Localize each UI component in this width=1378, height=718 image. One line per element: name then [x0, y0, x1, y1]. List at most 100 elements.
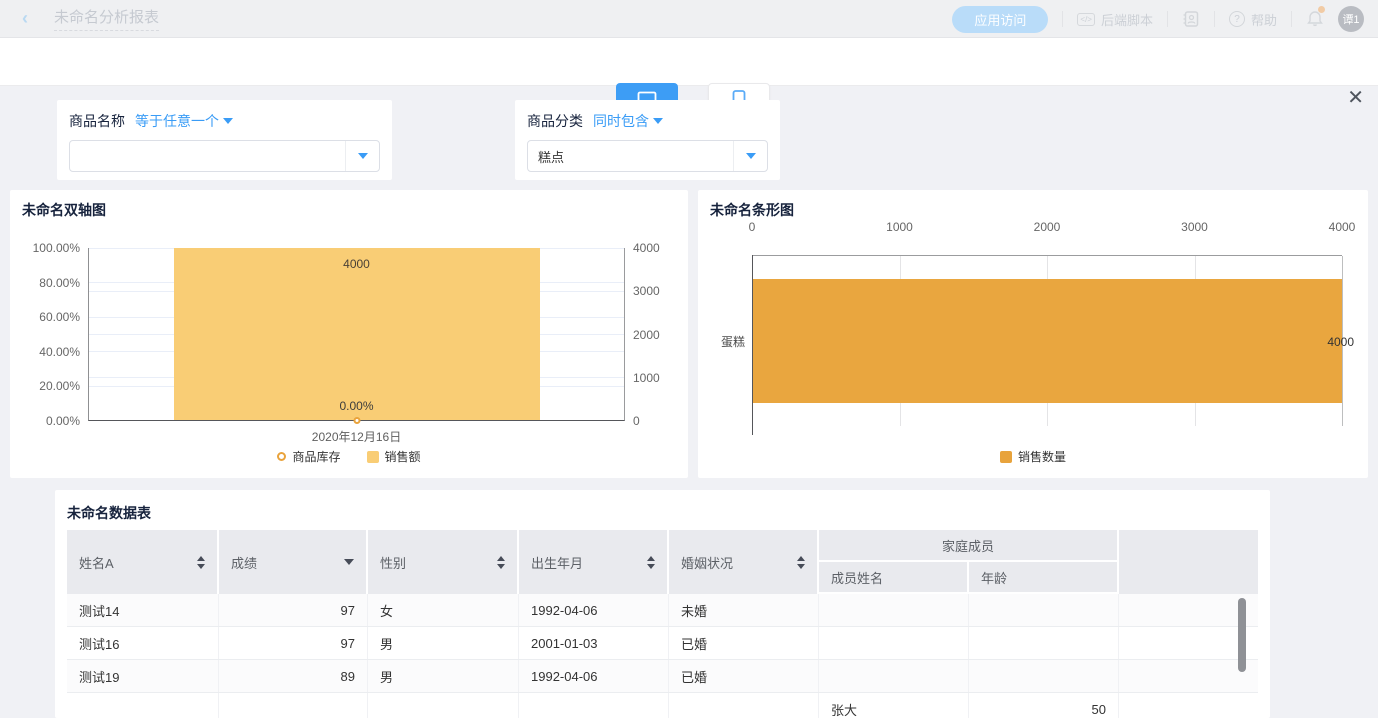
report-title[interactable]: 未命名分析报表 [54, 6, 159, 31]
bar-series-icon [367, 451, 379, 463]
legend-item-quantity[interactable]: 销售数量 [1000, 448, 1066, 465]
column-header-name[interactable]: 姓名A [67, 530, 219, 594]
cell-birth: 1992-04-06 [519, 594, 669, 626]
app-access-button[interactable]: 应用访问 [952, 6, 1048, 33]
code-icon: </> [1077, 13, 1095, 26]
legend-item-inventory[interactable]: 商品库存 [277, 448, 340, 465]
axis-tick: 0 [633, 414, 640, 428]
axis-tick: 3000 [1181, 220, 1208, 234]
close-icon[interactable]: ✕ [1347, 88, 1364, 108]
axis-tick: 20.00% [39, 379, 80, 393]
sort-icon[interactable] [497, 556, 505, 569]
table-row[interactable]: 测试16 97 男 2001-01-03 已婚 [67, 627, 1258, 660]
cell-name: 测试14 [67, 594, 219, 626]
y-axis-category-label: 蛋糕 [698, 333, 745, 350]
column-header-marital[interactable]: 婚姻状况 [669, 530, 819, 594]
filter-head: 商品分类 同时包含 [527, 111, 663, 131]
bar-value-label: 4000 [1327, 335, 1354, 349]
filter-value: 糕点 [528, 147, 733, 166]
axis-tick: 2000 [633, 328, 660, 342]
plot-area: 4000 [752, 255, 1342, 425]
user-avatar[interactable]: 谭1 [1338, 6, 1364, 32]
chevron-down-icon [653, 118, 663, 124]
group-header-label[interactable]: 家庭成员 [819, 530, 1117, 562]
top-axis-ticks: 0 1000 2000 3000 4000 [752, 220, 1342, 234]
vertical-scrollbar-thumb[interactable] [1238, 598, 1246, 672]
cell-age: 50 [969, 693, 1119, 718]
chart-legend: 销售数量 [698, 448, 1368, 465]
cell-marital: 已婚 [669, 660, 819, 692]
cell-birth [519, 693, 669, 718]
filter-label: 商品分类 [527, 111, 583, 131]
cell-name: 测试19 [67, 660, 219, 692]
back-icon[interactable]: ‹ [22, 8, 28, 29]
filter-operator-dropdown[interactable]: 等于任意一个 [135, 111, 233, 131]
data-table: 姓名A 成绩 性别 出生年月 婚姻状况 家庭成员 成 [67, 530, 1258, 718]
chart-legend: 商品库存 销售额 [10, 448, 688, 465]
quantity-bar[interactable] [752, 279, 1342, 403]
cell-birth: 1992-04-06 [519, 660, 669, 692]
bar-value-label: 4000 [174, 257, 540, 271]
column-header-age[interactable]: 年龄 [969, 562, 1117, 592]
backend-script-button[interactable]: </> 后端脚本 [1077, 10, 1153, 29]
cell-birth: 2001-01-03 [519, 627, 669, 659]
cell-score: 89 [219, 660, 368, 692]
help-button[interactable]: ? 帮助 [1229, 10, 1277, 29]
line-point-marker[interactable] [353, 417, 360, 424]
cell-gender: 男 [368, 627, 519, 659]
cell-age [969, 594, 1119, 626]
filter-card-product-category: 商品分类 同时包含 糕点 [515, 100, 780, 180]
axis-tick: 60.00% [39, 310, 80, 324]
y-axis-line [752, 255, 753, 435]
legend-label: 销售数量 [1018, 448, 1066, 465]
table-row[interactable]: 测试14 97 女 1992-04-06 未婚 [67, 594, 1258, 627]
column-header-birth[interactable]: 出生年月 [519, 530, 669, 594]
chart-title: 未命名双轴图 [22, 200, 106, 220]
chevron-down-icon [358, 153, 368, 159]
axis-tick: 4000 [633, 241, 660, 255]
column-header-score[interactable]: 成绩 [219, 530, 368, 594]
divider [1062, 11, 1063, 27]
horizontal-bar-chart-card: 未命名条形图 0 1000 2000 3000 4000 蛋糕 4000 销售数… [698, 190, 1368, 478]
select-arrow-segment[interactable] [345, 141, 379, 171]
bar-series-icon [1000, 451, 1012, 463]
table-header: 姓名A 成绩 性别 出生年月 婚姻状况 家庭成员 成 [67, 530, 1258, 594]
filter-value-select[interactable] [69, 140, 380, 172]
chevron-down-icon [746, 153, 756, 159]
app-top-bar: ‹ 未命名分析报表 应用访问 </> 后端脚本 ? 帮助 [0, 0, 1378, 38]
filter-label: 商品名称 [69, 111, 125, 131]
select-arrow-segment[interactable] [733, 141, 767, 171]
filter-operator-label: 同时包含 [593, 111, 649, 131]
column-label: 出生年月 [531, 553, 583, 572]
sort-icon[interactable] [797, 556, 805, 569]
backend-script-label: 后端脚本 [1101, 10, 1153, 29]
axis-tick: 1000 [633, 371, 660, 385]
table-row[interactable]: 测试19 89 男 1992-04-06 已婚 [67, 660, 1258, 693]
axis-tick: 80.00% [39, 276, 80, 290]
cell-marital [669, 693, 819, 718]
sort-desc-icon[interactable] [344, 559, 354, 565]
cell-score [219, 693, 368, 718]
cell-member-name [819, 594, 969, 626]
dual-axis-chart-card: 未命名双轴图 100.00% 80.00% 60.00% 40.00% 20.0… [10, 190, 688, 478]
notifications-button[interactable] [1306, 8, 1324, 30]
cell-gender: 女 [368, 594, 519, 626]
divider [1214, 11, 1215, 27]
cell-name [67, 693, 219, 718]
legend-item-sales[interactable]: 销售额 [367, 448, 421, 465]
filter-operator-dropdown[interactable]: 同时包含 [593, 111, 663, 131]
chevron-down-icon [223, 118, 233, 124]
cell-marital: 未婚 [669, 594, 819, 626]
filter-card-product-name: 商品名称 等于任意一个 [57, 100, 392, 180]
sort-icon[interactable] [647, 556, 655, 569]
sales-bar[interactable]: 4000 0.00% [174, 248, 540, 420]
plot-area: 4000 0.00% [88, 248, 625, 421]
column-header-member-name[interactable]: 成员姓名 [819, 562, 969, 592]
filter-value-select[interactable]: 糕点 [527, 140, 768, 172]
contacts-button[interactable] [1182, 10, 1200, 28]
column-header-gender[interactable]: 性别 [368, 530, 519, 594]
cell-age [969, 660, 1119, 692]
sort-icon[interactable] [197, 556, 205, 569]
table-row[interactable]: 张大 50 [67, 693, 1258, 718]
axis-tick: 40.00% [39, 345, 80, 359]
